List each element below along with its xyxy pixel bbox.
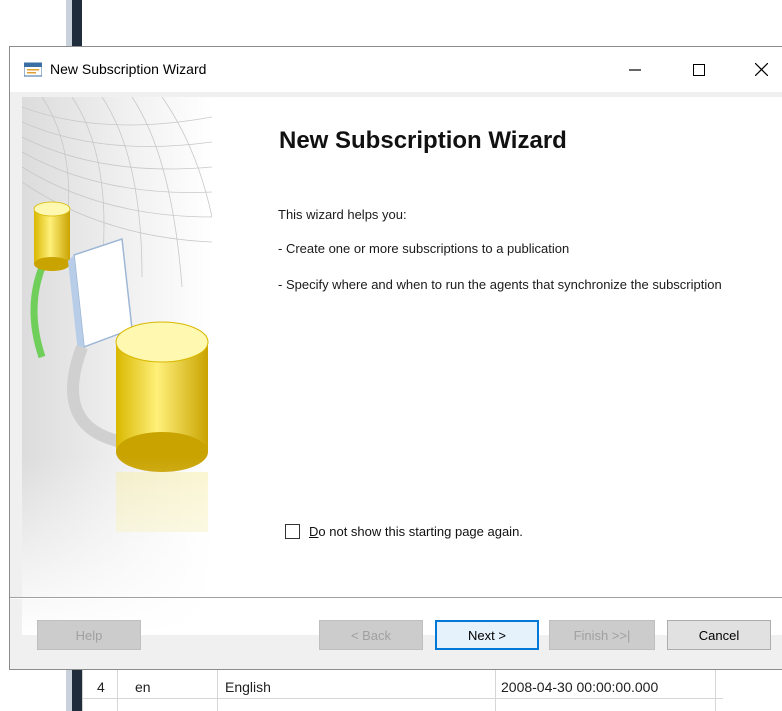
minimize-button[interactable] <box>612 47 658 92</box>
back-button[interactable]: < Back <box>319 620 423 650</box>
title-bar[interactable]: New Subscription Wizard <box>10 47 782 92</box>
background-results-grid: 4 en English 2008-04-30 00:00:00.000 <box>82 670 723 711</box>
close-icon <box>754 63 768 76</box>
maximize-button[interactable] <box>676 47 722 92</box>
row-code: en <box>135 679 151 695</box>
intro-text: This wizard helps you: <box>278 207 407 222</box>
minimize-icon <box>629 68 641 71</box>
bullet-create-subscriptions: - Create one or more subscriptions to a … <box>278 241 570 256</box>
finish-button[interactable]: Finish >>| <box>549 620 655 650</box>
bullet-specify-agents: - Specify where and when to run the agen… <box>278 277 722 292</box>
row-index: 4 <box>97 679 105 695</box>
row-language: English <box>225 679 271 695</box>
dont-show-again-checkbox[interactable] <box>285 523 300 539</box>
row-date: 2008-04-30 00:00:00.000 <box>501 679 659 695</box>
dont-show-again-option[interactable]: Do not show this starting page again. <box>285 521 523 541</box>
wizard-dialog: New Subscription Wizard New Subscription… <box>9 46 782 670</box>
help-button[interactable]: Help <box>37 620 141 650</box>
window-title: New Subscription Wizard <box>50 61 207 77</box>
wizard-banner-image <box>22 97 212 635</box>
close-button[interactable] <box>738 47 782 92</box>
maximize-icon <box>693 63 705 76</box>
background-app-border <box>72 670 82 711</box>
wizard-content: New Subscription Wizard This wizard help… <box>22 97 782 635</box>
cancel-button[interactable]: Cancel <box>667 620 771 650</box>
wizard-app-icon <box>24 62 42 77</box>
dont-show-again-label: Do not show this starting page again. <box>309 523 523 539</box>
background-app-border <box>72 0 82 46</box>
footer-separator <box>10 597 782 599</box>
next-button[interactable]: Next > <box>435 620 539 650</box>
wizard-heading: New Subscription Wizard <box>279 127 567 154</box>
